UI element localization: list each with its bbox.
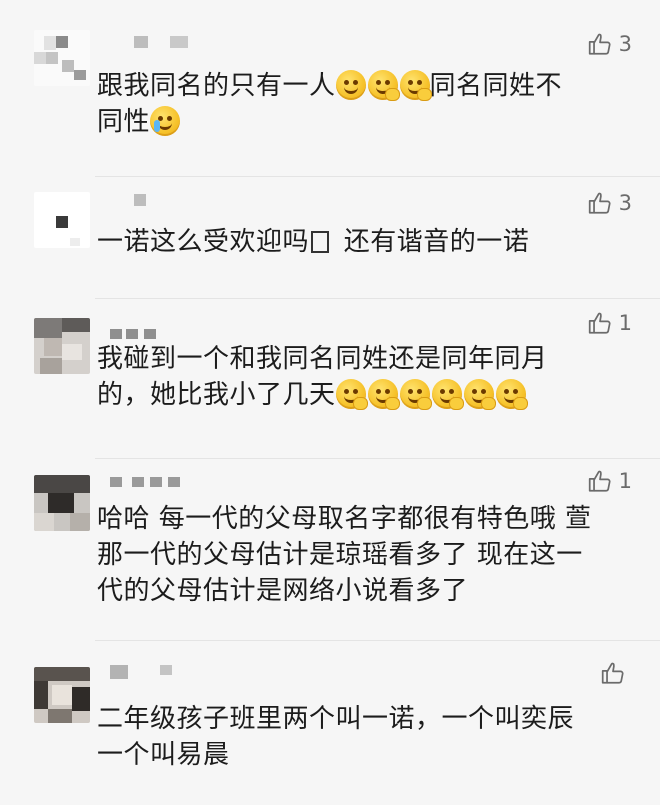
smirk-hand-emoji [367, 70, 400, 101]
avatar[interactable] [34, 318, 90, 374]
comment-text: 二年级孩子班里两个叫一诺，一个叫奕辰 一个叫易晨 [97, 704, 575, 770]
avatar[interactable] [34, 667, 90, 723]
comment-text: 跟我同名的只有一人 同名同姓不 同性 [97, 70, 563, 137]
like-button[interactable]: 1 [587, 309, 632, 337]
like-count: 1 [618, 469, 632, 493]
comment-item: 3 一诺这么受欢迎吗 还有谐音的一诺 [0, 177, 660, 297]
avatar[interactable] [34, 30, 90, 86]
grin-hand-emoji [399, 379, 432, 410]
emoji-group [335, 379, 528, 410]
grin-hand-emoji [463, 379, 496, 410]
thumbs-up-icon [588, 470, 611, 492]
comment-text: 我碰到一个和我同名同姓还是同年同月 的，她比我小了几天 [97, 344, 548, 410]
grin-hand-emoji [431, 379, 464, 410]
thumbs-up-icon [601, 662, 624, 684]
grin-hand-emoji [367, 379, 400, 410]
emoji-group [335, 70, 432, 101]
comment-item: 3 跟我同名的只有一人 同名同姓不 同性 [0, 0, 660, 175]
thumbs-up-icon [588, 192, 611, 214]
grin-hand-emoji [335, 379, 368, 410]
comment-text: 哈哈 每一代的父母取名字都很有特色哦 萱 那一代的父母估计是琼瑶看多了 现在这一… [97, 504, 592, 606]
grin-hand-emoji [495, 379, 528, 410]
comment-feed: 3 跟我同名的只有一人同名同姓不 同性 3 一诺这么受欢迎吗 还有谐音的一诺 [0, 0, 660, 805]
comment-item: 二年级孩子班里两个叫一诺，一个叫奕辰 一个叫易晨 [0, 641, 660, 805]
doge-smirk-emoji [335, 70, 366, 100]
like-button[interactable] [600, 659, 632, 687]
crying-laugh-emoji [150, 106, 181, 136]
like-count: 3 [618, 32, 632, 56]
like-button[interactable]: 1 [587, 467, 632, 495]
thumbs-up-icon [588, 33, 611, 55]
comment-item: 1 哈哈 每一代的父母取名字都很有特色哦 萱 那一代的父母估计是琼瑶看多了 现在… [0, 459, 660, 639]
avatar[interactable] [34, 192, 90, 248]
missing-glyph-box [311, 231, 330, 253]
smirk-hand-emoji [399, 70, 432, 101]
like-count: 3 [618, 191, 632, 215]
comment-item: 1 我碰到一个和我同名同姓还是同年同月 的，她比我小了几天 [0, 299, 660, 457]
comment-text: 一诺这么受欢迎吗 还有谐音的一诺 [97, 227, 530, 257]
like-button[interactable]: 3 [587, 30, 632, 58]
thumbs-up-icon [588, 312, 611, 334]
like-count: 1 [618, 311, 632, 335]
avatar[interactable] [34, 475, 90, 531]
like-button[interactable]: 3 [587, 189, 632, 217]
